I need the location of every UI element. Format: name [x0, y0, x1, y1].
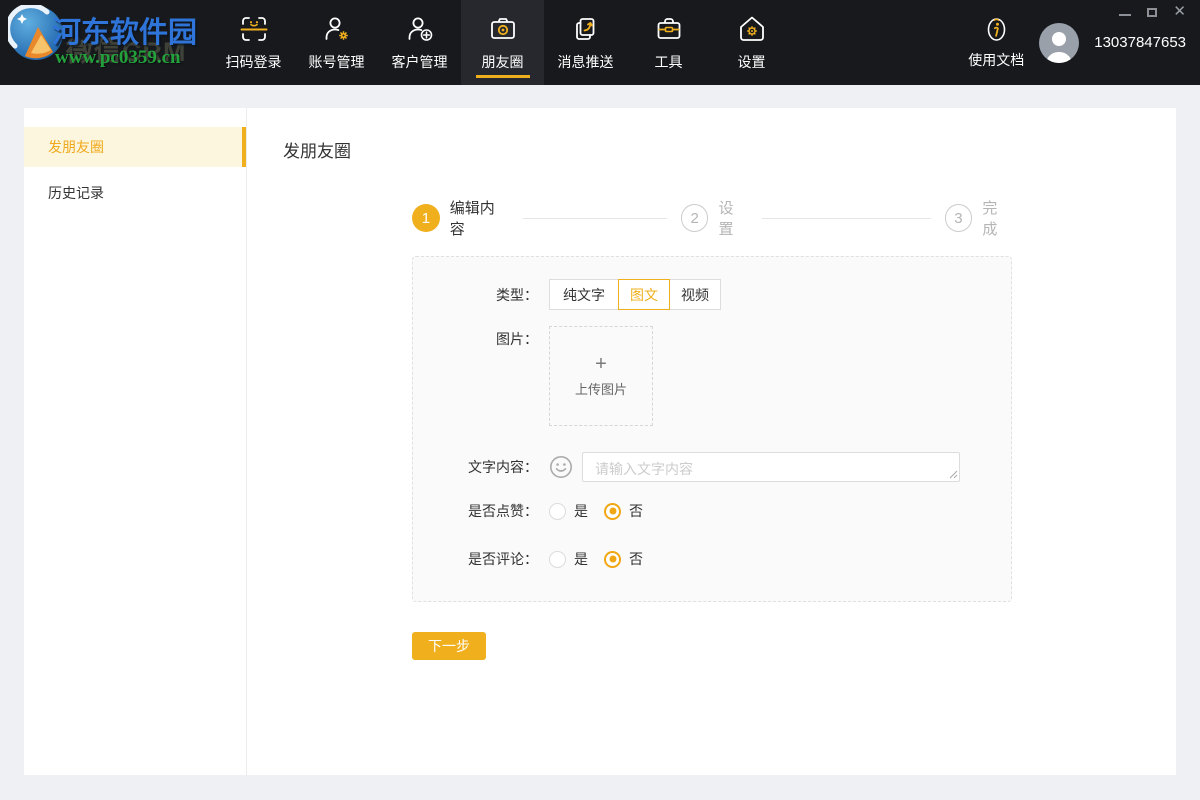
- window-controls: ✕: [1119, 4, 1186, 20]
- step-label: 编辑内容: [450, 197, 509, 239]
- step-done: 3 完成: [945, 197, 1012, 239]
- step-number: 3: [945, 204, 973, 232]
- nav-item-customer-management[interactable]: 客户管理: [378, 0, 461, 85]
- user-plus-icon: [405, 14, 435, 44]
- nav-item-message-push[interactable]: 消息推送: [544, 0, 627, 85]
- qr-scan-login-icon: [239, 14, 269, 44]
- radio-selected-icon[interactable]: [604, 503, 621, 520]
- close-button[interactable]: ✕: [1173, 5, 1186, 19]
- minimize-button[interactable]: [1119, 9, 1131, 16]
- comment-option-no[interactable]: 否: [604, 549, 643, 569]
- plus-icon: +: [595, 354, 607, 374]
- moments-form: 类型： 纯文字 图文 视频 图片： + 上传图片: [412, 256, 1012, 602]
- type-option-text[interactable]: 纯文字: [549, 279, 619, 310]
- step-connector: [523, 218, 667, 219]
- upload-text: 上传图片: [575, 379, 627, 398]
- content-textarea[interactable]: [582, 452, 960, 482]
- docs-label: 使用文档: [968, 50, 1024, 70]
- info-doc-icon: [983, 16, 1010, 43]
- step-settings: 2 设置: [681, 197, 748, 239]
- step-indicator: 1 编辑内容 2 设置 3 完成: [412, 197, 1012, 239]
- logo-area: 微信CRM 河东软件园 www.pc0359.cn: [0, 0, 212, 85]
- main-nav: 扫码登录 账号管理 客户管理: [212, 0, 793, 85]
- nav-item-tools[interactable]: 工具: [627, 0, 710, 85]
- topbar: 微信CRM 河东软件园 www.pc0359.cn 扫码登录: [0, 0, 1200, 85]
- step-edit-content: 1 编辑内容: [412, 197, 509, 239]
- nav-label: 设置: [738, 52, 766, 72]
- nav-item-moments[interactable]: 朋友圈: [461, 0, 544, 85]
- watermark-title: 河东软件园: [52, 9, 197, 51]
- comment-row: 是否评论： 是 否: [456, 549, 1011, 569]
- image-row: 图片： + 上传图片: [456, 326, 1011, 426]
- content-label: 文字内容：: [456, 457, 538, 477]
- nav-label: 消息推送: [558, 52, 614, 72]
- radio-selected-icon[interactable]: [604, 551, 621, 568]
- like-option-yes[interactable]: 是: [549, 501, 588, 521]
- emoji-icon[interactable]: [549, 455, 573, 479]
- comment-label: 是否评论：: [456, 549, 538, 569]
- watermark-url: www.pc0359.cn: [55, 47, 181, 69]
- next-step-button[interactable]: 下一步: [412, 632, 486, 660]
- sidebar-item-history[interactable]: 历史记录: [24, 173, 246, 213]
- nav-item-account-management[interactable]: 账号管理: [295, 0, 378, 85]
- nav-label: 扫码登录: [226, 52, 282, 72]
- account-phone: 13037847653: [1094, 34, 1186, 51]
- type-row: 类型： 纯文字 图文 视频: [456, 279, 1011, 310]
- maximize-button[interactable]: [1147, 8, 1157, 17]
- step-label: 完成: [982, 197, 1012, 239]
- radio-label: 否: [629, 501, 643, 521]
- type-segmented-control: 纯文字 图文 视频: [549, 279, 721, 310]
- radio-unselected-icon[interactable]: [549, 503, 566, 520]
- nav-label: 账号管理: [309, 52, 365, 72]
- radio-label: 否: [629, 549, 643, 569]
- comment-option-yes[interactable]: 是: [549, 549, 588, 569]
- nav-label: 朋友圈: [482, 52, 524, 72]
- step-connector: [762, 218, 930, 219]
- resize-grip-icon[interactable]: [949, 470, 958, 479]
- page-title: 发朋友圈: [283, 137, 1176, 162]
- wizard: 1 编辑内容 2 设置 3 完成 类型：: [412, 197, 1012, 660]
- like-option-no[interactable]: 否: [604, 501, 643, 521]
- avatar[interactable]: [1039, 23, 1079, 63]
- nav-label: 客户管理: [392, 52, 448, 72]
- nav-item-scan-login[interactable]: 扫码登录: [212, 0, 295, 85]
- type-option-image-text[interactable]: 图文: [618, 279, 670, 310]
- content-row: 文字内容：: [456, 452, 1011, 482]
- radio-label: 是: [574, 501, 588, 521]
- upload-image-button[interactable]: + 上传图片: [549, 326, 653, 426]
- sidebar: 发朋友圈 历史记录: [24, 108, 247, 775]
- home-gear-icon: [737, 14, 767, 44]
- like-row: 是否点赞： 是 否: [456, 501, 1011, 521]
- push-arrow-icon: [571, 14, 601, 44]
- type-option-video[interactable]: 视频: [669, 279, 721, 310]
- content-input-wrap: [582, 452, 960, 482]
- user-gear-icon: [322, 14, 352, 44]
- toolbox-icon: [654, 14, 684, 44]
- nav-item-settings[interactable]: 设置: [710, 0, 793, 85]
- step-number: 1: [412, 204, 440, 232]
- like-label: 是否点赞：: [456, 501, 538, 521]
- image-label: 图片：: [456, 326, 538, 349]
- workspace: 发朋友圈 历史记录 发朋友圈 1 编辑内容 2 设置: [0, 85, 1200, 800]
- content-panel: 发朋友圈 历史记录 发朋友圈 1 编辑内容 2 设置: [24, 108, 1176, 775]
- radio-label: 是: [574, 549, 588, 569]
- main-content: 发朋友圈 1 编辑内容 2 设置 3 完成: [247, 108, 1176, 775]
- step-number: 2: [681, 204, 709, 232]
- camera-icon: [488, 14, 518, 44]
- step-label: 设置: [718, 197, 748, 239]
- radio-unselected-icon[interactable]: [549, 551, 566, 568]
- docs-button[interactable]: 使用文档: [968, 16, 1024, 70]
- sidebar-item-post-moments[interactable]: 发朋友圈: [24, 127, 246, 167]
- type-label: 类型：: [456, 285, 538, 305]
- nav-label: 工具: [655, 52, 683, 72]
